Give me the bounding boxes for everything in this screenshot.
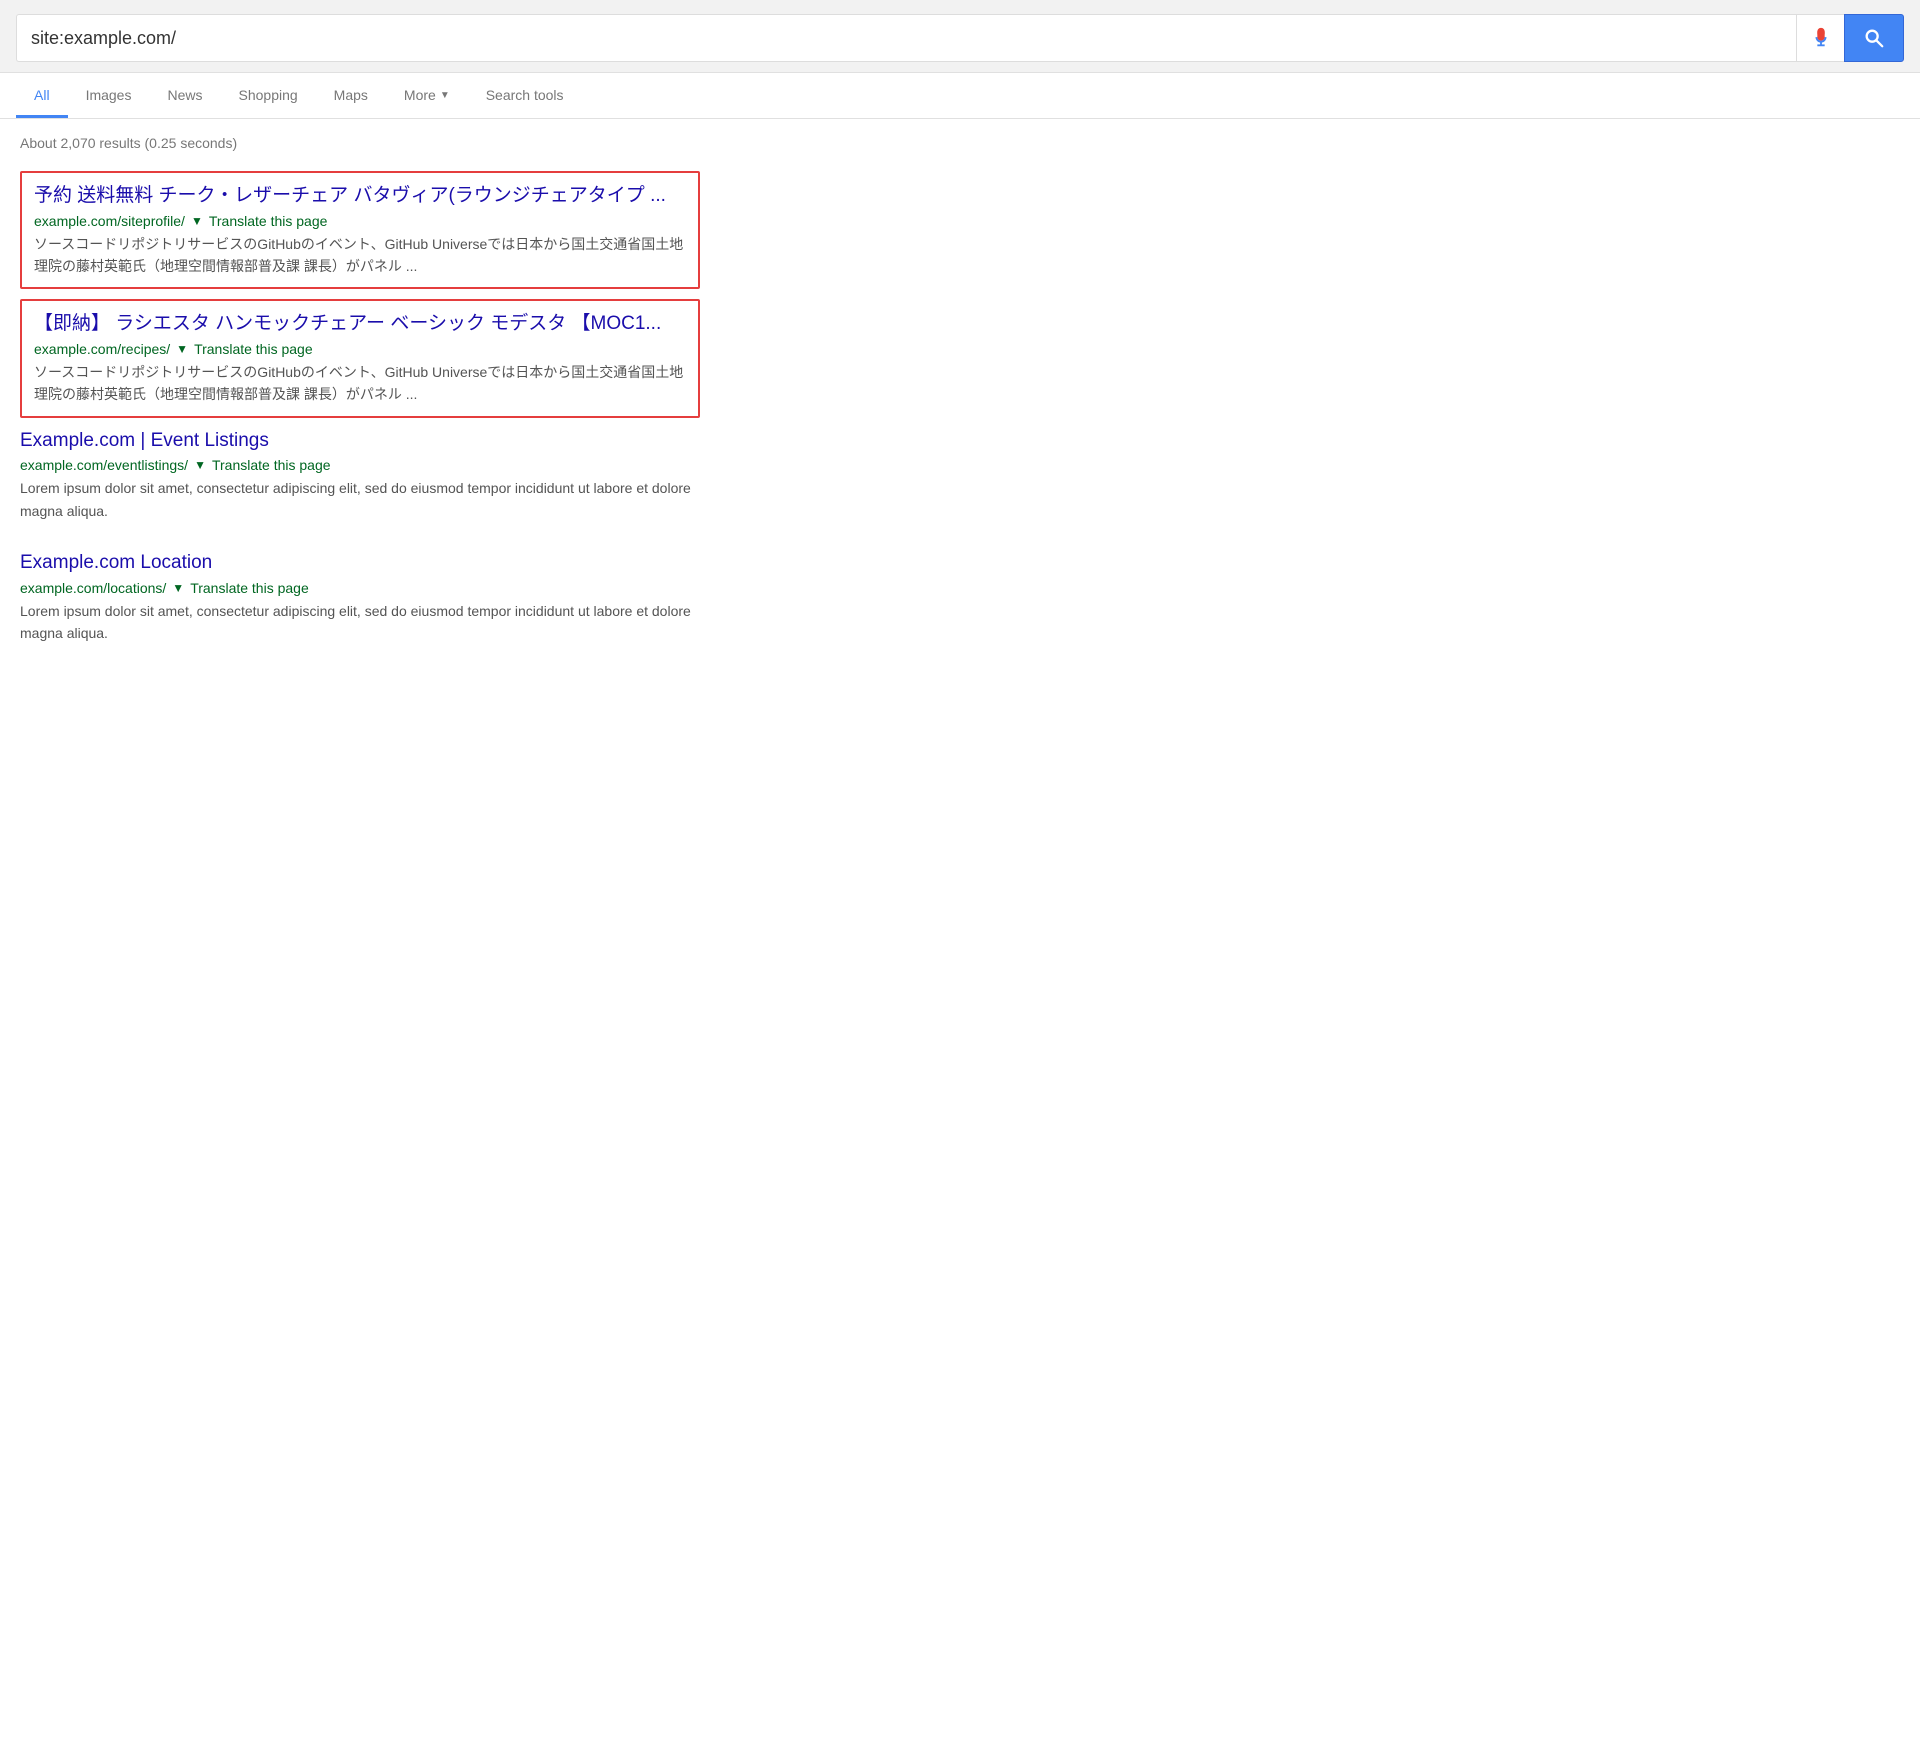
result-title-4[interactable]: Example.com Location <box>20 550 700 577</box>
tab-images[interactable]: Images <box>68 73 150 118</box>
tab-news-label: News <box>167 87 202 103</box>
tab-maps[interactable]: Maps <box>316 73 386 118</box>
result-url-row-2: example.com/recipes/ ▼ Translate this pa… <box>34 341 686 357</box>
tab-search-tools[interactable]: Search tools <box>468 73 582 118</box>
tab-shopping-label: Shopping <box>239 87 298 103</box>
tab-more-arrow: ▼ <box>440 90 450 101</box>
result-snippet-1: ソースコードリポジトリサービスのGitHubのイベント、GitHub Unive… <box>34 233 686 278</box>
result-url-4: example.com/locations/ <box>20 580 166 596</box>
result-item-1: 予約 送料無料 チーク・レザーチェア バタヴィア(ラウンジチェアタイプ ... … <box>20 171 700 289</box>
search-input-container: site:example.com/ <box>16 14 1796 62</box>
result-url-arrow-3[interactable]: ▼ <box>194 458 206 472</box>
result-url-arrow-2[interactable]: ▼ <box>176 342 188 356</box>
mic-button[interactable] <box>1796 14 1844 62</box>
search-input[interactable]: site:example.com/ <box>31 28 1782 49</box>
result-snippet-3: Lorem ipsum dolor sit amet, consectetur … <box>20 477 700 522</box>
result-snippet-2: ソースコードリポジトリサービスのGitHubのイベント、GitHub Unive… <box>34 361 686 406</box>
search-bar: site:example.com/ <box>0 0 1920 73</box>
tab-all-label: All <box>34 87 50 103</box>
result-item-4: Example.com Location example.com/locatio… <box>20 550 700 644</box>
result-title-1[interactable]: 予約 送料無料 チーク・レザーチェア バタヴィア(ラウンジチェアタイプ ... <box>34 183 686 210</box>
result-url-row-1: example.com/siteprofile/ ▼ Translate thi… <box>34 213 686 229</box>
result-translate-2[interactable]: Translate this page <box>194 341 313 357</box>
result-translate-4[interactable]: Translate this page <box>190 580 309 596</box>
result-url-arrow-4[interactable]: ▼ <box>172 581 184 595</box>
search-button[interactable] <box>1844 14 1904 62</box>
tab-more[interactable]: More ▼ <box>386 73 468 118</box>
result-item-2: 【即納】 ラシエスタ ハンモックチェアー ベーシック モデスタ 【MOC1...… <box>20 299 700 417</box>
result-url-row-4: example.com/locations/ ▼ Translate this … <box>20 580 700 596</box>
tab-all[interactable]: All <box>16 73 68 118</box>
result-snippet-4: Lorem ipsum dolor sit amet, consectetur … <box>20 600 700 645</box>
result-translate-3[interactable]: Translate this page <box>212 457 331 473</box>
tab-images-label: Images <box>86 87 132 103</box>
result-url-2: example.com/recipes/ <box>34 341 170 357</box>
tab-more-label: More <box>404 87 436 103</box>
tab-search-tools-label: Search tools <box>486 87 564 103</box>
nav-tabs: All Images News Shopping Maps More ▼ Sea… <box>0 73 1920 119</box>
results-area: About 2,070 results (0.25 seconds) 予約 送料… <box>0 119 720 693</box>
tab-shopping[interactable]: Shopping <box>221 73 316 118</box>
result-title-3[interactable]: Example.com | Event Listings <box>20 428 700 455</box>
search-icon <box>1863 27 1885 49</box>
mic-icon <box>1810 27 1832 49</box>
result-title-2[interactable]: 【即納】 ラシエスタ ハンモックチェアー ベーシック モデスタ 【MOC1... <box>34 311 686 338</box>
result-url-row-3: example.com/eventlistings/ ▼ Translate t… <box>20 457 700 473</box>
result-url-1: example.com/siteprofile/ <box>34 213 185 229</box>
result-url-arrow-1[interactable]: ▼ <box>191 214 203 228</box>
tab-maps-label: Maps <box>334 87 368 103</box>
result-translate-1[interactable]: Translate this page <box>209 213 328 229</box>
result-item-3: Example.com | Event Listings example.com… <box>20 428 700 522</box>
tab-news[interactable]: News <box>149 73 220 118</box>
result-url-3: example.com/eventlistings/ <box>20 457 188 473</box>
results-stats: About 2,070 results (0.25 seconds) <box>20 135 700 151</box>
